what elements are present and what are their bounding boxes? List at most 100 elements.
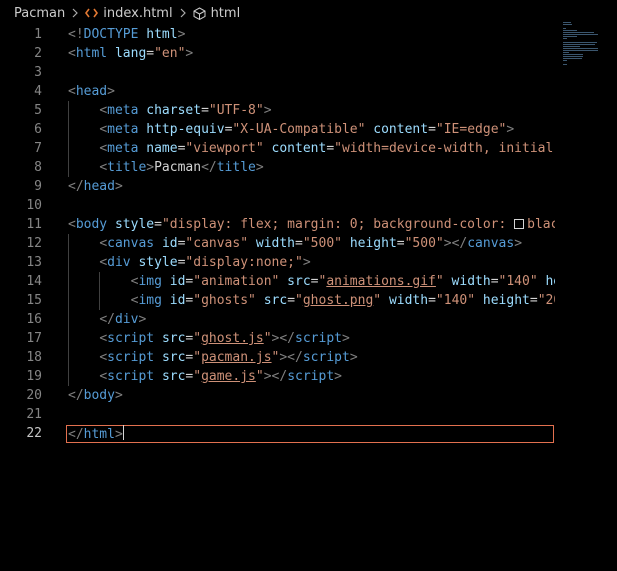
- breadcrumb: Pacman index.html html: [0, 0, 617, 26]
- code-token: ": [435, 274, 444, 289]
- code-token: >: [514, 236, 523, 251]
- minimap-line: [563, 44, 595, 45]
- code-line[interactable]: 22 </html>: [0, 424, 555, 443]
- file-link[interactable]: ghost.png: [303, 293, 373, 308]
- code-token: </: [68, 388, 84, 403]
- code-token: >: [177, 27, 186, 42]
- code-text: <script src="pacman.js"></script>: [68, 350, 358, 365]
- code-line[interactable]: 18 <script src="pacman.js"></script>: [0, 348, 555, 367]
- code-line[interactable]: 4 <head>: [0, 82, 555, 101]
- code-line[interactable]: 10: [0, 196, 555, 215]
- code-line[interactable]: 2 <html lang="en">: [0, 44, 555, 63]
- code-line[interactable]: 14 <img id="animation" src="animations.g…: [0, 272, 555, 291]
- code-token: "display: flex; margin: 0; background-co…: [161, 217, 515, 232]
- code-token: >: [302, 255, 311, 270]
- code-token: id: [161, 236, 178, 251]
- code-line[interactable]: 8 <title>Pacman</title>: [0, 158, 555, 177]
- minimap[interactable]: [560, 22, 610, 72]
- line-number: 6: [34, 122, 42, 137]
- code-text: <meta name="viewport" content="width=dev…: [68, 141, 555, 156]
- code-token: body: [75, 217, 108, 232]
- breadcrumb-file[interactable]: index.html: [85, 6, 173, 21]
- code-line[interactable]: 9 </head>: [0, 177, 555, 196]
- code-line[interactable]: 1 <!DOCTYPE html>: [0, 26, 555, 44]
- code-token: >: [107, 84, 115, 99]
- color-swatch-icon[interactable]: [514, 219, 525, 229]
- code-token: >: [349, 350, 358, 365]
- line-number: 14: [26, 274, 42, 289]
- line-number: 4: [34, 84, 42, 99]
- code-token: style: [114, 217, 155, 232]
- code-line[interactable]: 7 <meta name="viewport" content="width=d…: [0, 139, 555, 158]
- code-line[interactable]: 20 </body>: [0, 386, 555, 405]
- code-token: ></: [443, 236, 468, 251]
- code-token: img: [138, 274, 162, 289]
- code-editor[interactable]: 1 <!DOCTYPE html> 2 <html lang="en"> 3 4 <head…: [0, 26, 555, 571]
- code-token: ": [263, 331, 272, 346]
- breadcrumb-folder[interactable]: Pacman: [14, 6, 65, 21]
- minimap-line: [563, 30, 578, 31]
- code-text: </head>: [68, 179, 123, 194]
- code-token: "en": [154, 46, 186, 61]
- line-number: 9: [34, 179, 42, 194]
- code-token: height: [349, 236, 397, 251]
- breadcrumb-symbol[interactable]: html: [193, 6, 240, 21]
- code-line[interactable]: 3: [0, 63, 555, 82]
- line-number: 20: [26, 388, 42, 403]
- code-line[interactable]: 15 <img id="ghosts" src="ghost.png" widt…: [0, 291, 555, 310]
- code-token: meta: [107, 141, 139, 156]
- code-token: =: [287, 293, 296, 308]
- code-token: width: [451, 274, 491, 289]
- code-token: "ghosts": [193, 293, 256, 308]
- code-token: ": [193, 369, 202, 384]
- code-token: <: [68, 217, 76, 232]
- code-token: script: [287, 369, 335, 384]
- code-token: width: [388, 293, 429, 308]
- code-line[interactable]: 16 </div>: [0, 310, 555, 329]
- line-number: 15: [26, 293, 42, 308]
- indent-guide: [99, 272, 100, 310]
- file-link[interactable]: pacman.js: [201, 350, 271, 365]
- code-token: ": [193, 331, 202, 346]
- file-link[interactable]: game.js: [201, 369, 256, 384]
- code-line[interactable]: 5 <meta charset="UTF-8">: [0, 101, 555, 120]
- code-token: "UTF-8": [208, 103, 264, 118]
- code-token: script: [107, 331, 155, 346]
- symbol-structure-icon: [193, 6, 206, 20]
- line-number: 16: [26, 312, 42, 327]
- code-token: </: [68, 179, 84, 194]
- chevron-right-icon: [179, 8, 187, 18]
- code-line[interactable]: 19 <script src="game.js"></script>: [0, 367, 555, 386]
- code-text: <div style="display:none;">: [68, 255, 311, 270]
- code-token: hei: [545, 274, 555, 289]
- minimap-line: [563, 48, 599, 49]
- code-token: "IE=edge": [435, 122, 507, 137]
- code-token: blac: [527, 217, 555, 232]
- code-line[interactable]: 17 <script src="ghost.js"></script>: [0, 329, 555, 348]
- line-number: 8: [34, 160, 42, 175]
- code-token: http-equiv: [146, 122, 225, 137]
- code-line[interactable]: 12 <canvas id="canvas" width="500" heigh…: [0, 234, 555, 253]
- code-line[interactable]: 6 <meta http-equiv = "X-UA-Compatible" con…: [0, 120, 555, 139]
- code-token: Pacman: [154, 160, 202, 175]
- code-token: ></: [263, 369, 288, 384]
- code-line[interactable]: 11 <body style="display: flex; margin: 0;…: [0, 215, 555, 234]
- code-token: ": [295, 293, 303, 308]
- code-line[interactable]: 13 <div style="display:none;">: [0, 253, 555, 272]
- code-token: html: [146, 27, 178, 42]
- file-link[interactable]: ghost.js: [201, 331, 264, 346]
- code-text: <!DOCTYPE html>: [68, 27, 185, 42]
- code-token: =: [428, 122, 436, 137]
- minimap-line: [563, 52, 569, 53]
- file-link[interactable]: animations.gif: [326, 274, 436, 289]
- minimap-line: [563, 60, 567, 61]
- code-line[interactable]: 21: [0, 405, 555, 424]
- code-token: ": [255, 369, 264, 384]
- code-text: </div>: [68, 312, 146, 327]
